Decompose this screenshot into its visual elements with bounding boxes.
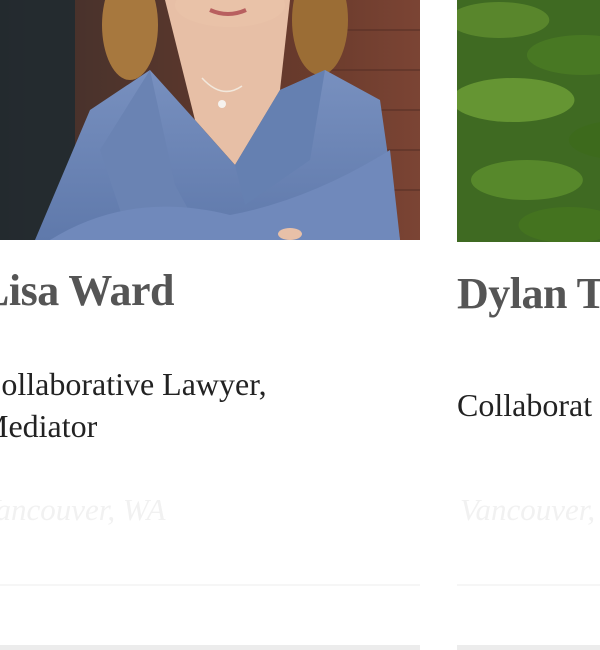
team-grid: Lisa Ward Collaborative Lawyer, Mediator… <box>0 0 600 650</box>
profile-role: Collaborative Lawyer, Mediator <box>0 363 267 447</box>
profile-name[interactable]: Lisa Ward <box>0 265 174 316</box>
profile-card-dylan[interactable]: Dylan T Collaborat Vancouver, <box>457 0 600 650</box>
profile-photo-dylan[interactable] <box>457 0 600 242</box>
card-bottom-edge <box>457 645 600 650</box>
profile-photo-lisa-ward[interactable] <box>0 0 420 240</box>
role-line-1: Collaborative Lawyer, <box>0 366 267 402</box>
role-line-2: Mediator <box>0 408 98 444</box>
role-line-1: Collaborat <box>457 387 593 423</box>
profile-location: Vancouver, <box>460 492 596 527</box>
card-divider <box>457 584 600 586</box>
profile-location: Vancouver, WA <box>0 492 166 527</box>
profile-name[interactable]: Dylan T <box>457 268 600 319</box>
portrait-photo <box>0 0 420 240</box>
profile-role: Collaborat <box>457 384 592 426</box>
card-divider <box>0 584 420 586</box>
portrait-photo <box>457 0 600 242</box>
profile-card-lisa-ward[interactable]: Lisa Ward Collaborative Lawyer, Mediator… <box>0 0 420 650</box>
card-bottom-edge <box>0 645 420 650</box>
